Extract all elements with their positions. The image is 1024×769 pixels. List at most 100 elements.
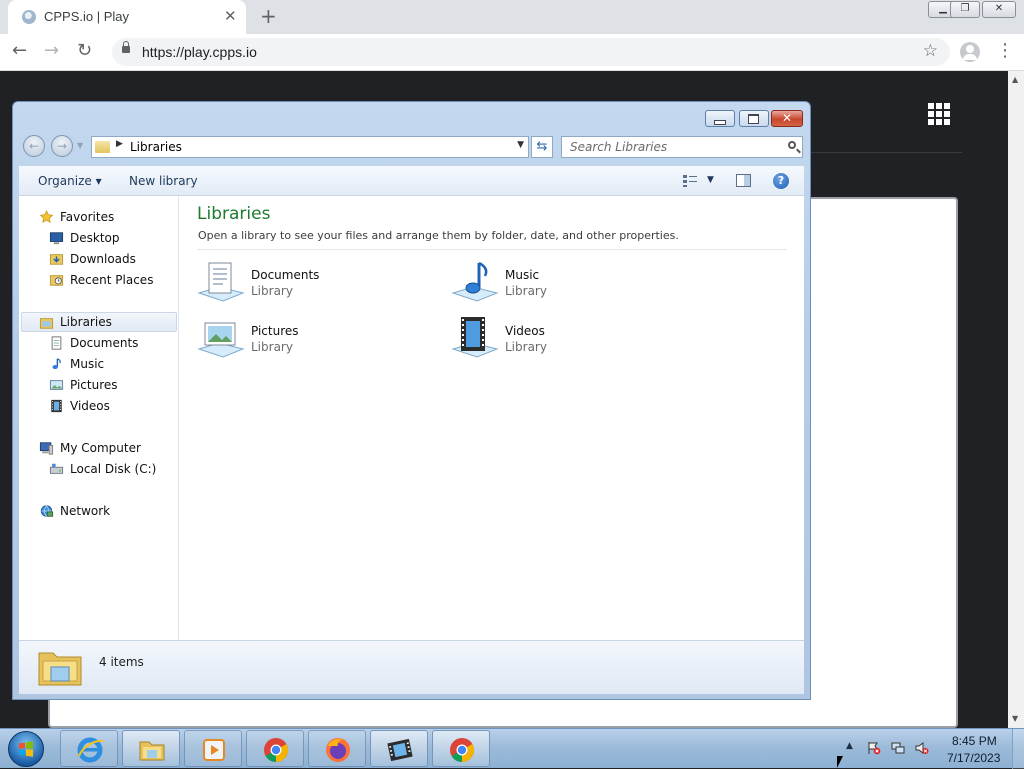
nav-local-disk[interactable]: Local Disk (C:)	[19, 459, 177, 479]
taskbar-media-player[interactable]	[184, 730, 242, 767]
nav-label: My Computer	[60, 441, 141, 455]
explorer-address-bar[interactable]: ▶ Libraries ▼	[91, 136, 529, 158]
show-hidden-icons-icon[interactable]: ▲	[846, 741, 853, 751]
forward-button[interactable]: →	[51, 135, 73, 157]
help-icon[interactable]: ?	[773, 173, 789, 189]
content-pane: Libraries Open a library to see your fil…	[179, 196, 804, 640]
browser-restore-button[interactable]: ❐	[950, 1, 980, 18]
address-dropdown-icon[interactable]: ▼	[517, 140, 524, 150]
nav-network[interactable]: Network	[19, 501, 177, 521]
library-name: Music	[505, 268, 540, 282]
bookmark-star-icon[interactable]: ☆	[923, 41, 938, 61]
clock-time[interactable]: 8:45 PM	[952, 734, 997, 748]
nav-recent-places[interactable]: Recent Places	[19, 270, 177, 290]
taskbar-chrome[interactable]	[246, 730, 304, 767]
library-item-videos[interactable]: Videos Library	[451, 315, 691, 365]
back-arrow-icon[interactable]: ←	[12, 40, 27, 62]
breadcrumb-libraries[interactable]: Libraries	[130, 140, 182, 154]
library-name: Pictures	[251, 324, 299, 338]
nav-videos[interactable]: Videos	[19, 396, 177, 416]
library-type: Library	[505, 340, 547, 354]
file-explorer-icon	[139, 741, 165, 761]
music-library-icon	[451, 261, 499, 302]
explorer-window: ✕ ← → ▼ ▶ Libraries ▼ ⇆ Search Libraries…	[12, 101, 811, 700]
url-text[interactable]: https://play.cpps.io	[142, 44, 257, 60]
explorer-maximize-button[interactable]	[739, 110, 769, 127]
recent-pages-dropdown-icon[interactable]: ▼	[77, 141, 83, 150]
nav-libraries[interactable]: Libraries	[21, 312, 177, 332]
browser-tab[interactable]: CPPS.io | Play ✕	[8, 0, 246, 34]
site-favicon-icon	[22, 10, 36, 24]
explorer-close-button[interactable]: ✕	[771, 110, 803, 127]
scroll-up-icon[interactable]: ▲	[1012, 75, 1018, 84]
new-tab-button[interactable]: +	[260, 5, 277, 27]
pictures-icon	[49, 380, 64, 390]
page-divider	[810, 152, 962, 153]
back-button[interactable]: ←	[23, 135, 45, 157]
taskbar-firefox[interactable]	[308, 730, 366, 767]
address-bar[interactable]: https://play.cpps.io ☆	[112, 38, 950, 66]
chrome-icon	[450, 738, 475, 762]
clock-date[interactable]: 7/17/2023	[947, 751, 1000, 765]
nav-label: Recent Places	[70, 273, 154, 287]
action-center-flag-icon[interactable]	[867, 741, 881, 755]
breadcrumb-arrow-icon[interactable]: ▶	[116, 139, 123, 149]
taskbar-file-explorer[interactable]	[122, 730, 180, 767]
library-type: Library	[251, 284, 293, 298]
nav-my-computer[interactable]: My Computer	[19, 438, 177, 458]
content-description: Open a library to see your files and arr…	[198, 229, 679, 242]
lock-icon[interactable]	[122, 41, 130, 53]
nav-favorites[interactable]: Favorites	[19, 207, 177, 227]
browser-tabstrip: CPPS.io | Play ✕ + ▁ ❐ ✕	[0, 0, 1024, 34]
change-view-icon[interactable]	[683, 175, 697, 187]
library-item-documents[interactable]: Documents Library	[197, 259, 437, 309]
videos-icon	[51, 399, 62, 413]
libraries-folder-icon	[95, 141, 110, 153]
nav-desktop[interactable]: Desktop	[19, 228, 177, 248]
content-title: Libraries	[197, 204, 271, 224]
network-status-icon[interactable]	[891, 741, 905, 755]
nav-label: Local Disk (C:)	[70, 462, 157, 476]
nav-documents[interactable]: Documents	[19, 333, 177, 353]
network-icon	[40, 505, 54, 517]
organize-button[interactable]: Organize ▾	[38, 174, 102, 188]
browser-close-button[interactable]: ✕	[982, 1, 1016, 18]
scroll-down-icon[interactable]: ▼	[1012, 714, 1018, 723]
refresh-button[interactable]: ⇆	[531, 136, 553, 158]
browser-menu-icon[interactable]: ⋮	[996, 40, 1014, 61]
page-scrollbar[interactable]: ▲ ▼	[1008, 71, 1024, 728]
search-icon[interactable]	[788, 141, 796, 149]
nav-pictures[interactable]: Pictures	[19, 375, 177, 395]
new-library-button[interactable]: New library	[129, 174, 198, 188]
volume-muted-icon[interactable]	[915, 741, 929, 755]
search-input[interactable]: Search Libraries	[561, 136, 803, 158]
show-desktop-button[interactable]	[1012, 729, 1024, 769]
apps-grid-icon[interactable]	[928, 103, 950, 125]
library-item-music[interactable]: Music Library	[451, 259, 691, 309]
search-placeholder: Search Libraries	[570, 140, 668, 154]
preview-pane-icon[interactable]	[736, 174, 751, 187]
nav-label: Libraries	[60, 315, 112, 329]
videos-library-icon	[451, 317, 499, 358]
taskbar-internet-explorer[interactable]	[60, 730, 118, 767]
explorer-minimize-button[interactable]	[705, 110, 735, 127]
reload-icon[interactable]: ↻	[77, 40, 92, 62]
library-item-pictures[interactable]: Pictures Library	[197, 315, 437, 365]
recent-places-icon	[49, 275, 64, 286]
view-dropdown-icon[interactable]: ▼	[707, 175, 714, 185]
tab-close-icon[interactable]: ✕	[224, 7, 237, 25]
forward-arrow-icon[interactable]: →	[44, 40, 59, 62]
start-button[interactable]	[8, 731, 44, 767]
library-type: Library	[251, 340, 293, 354]
library-name: Documents	[251, 268, 320, 282]
taskbar-movie-maker[interactable]	[370, 730, 428, 767]
profile-avatar-icon[interactable]	[960, 42, 980, 62]
libraries-folder-icon	[39, 318, 54, 329]
nav-label: Documents	[70, 336, 139, 350]
nav-downloads[interactable]: Downloads	[19, 249, 177, 269]
nav-label: Videos	[70, 399, 110, 413]
taskbar: ▲ 8:45 PM 7/17/2023	[0, 728, 1024, 769]
nav-label: Favorites	[60, 210, 115, 224]
nav-music[interactable]: Music	[19, 354, 177, 374]
taskbar-chrome-window[interactable]	[432, 730, 490, 767]
